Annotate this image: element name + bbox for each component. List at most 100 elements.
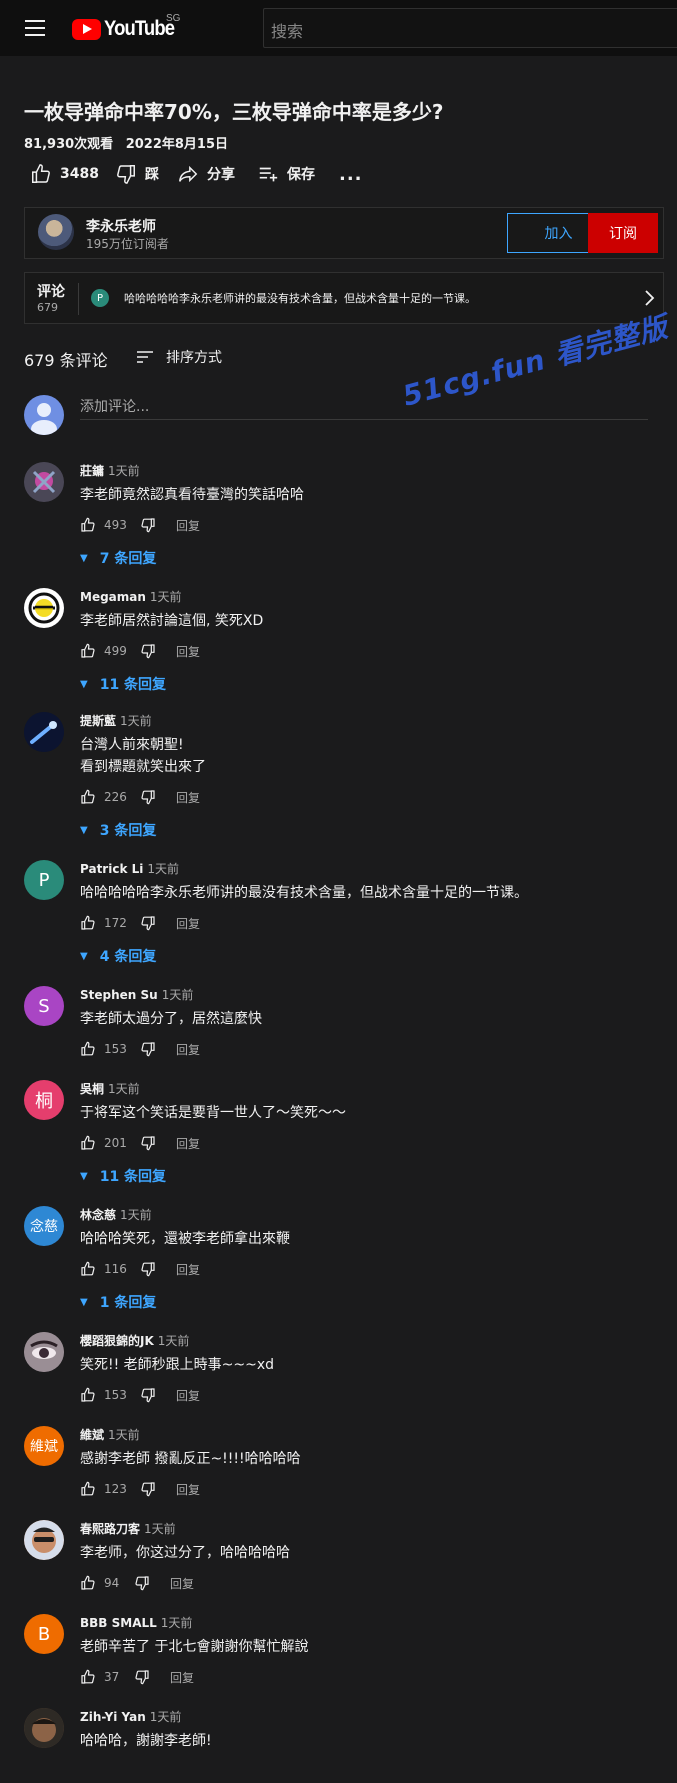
comment-like-button[interactable]: 116	[80, 1261, 140, 1277]
comment-dislike-button[interactable]	[134, 1575, 170, 1591]
view-replies-button[interactable]: ▼ 3 条回复	[80, 820, 156, 840]
comment-reply-button[interactable]: 回复	[176, 1261, 200, 1278]
comment-avatar[interactable]: B	[24, 1614, 64, 1654]
comment-reply-button[interactable]: 回复	[176, 915, 200, 932]
comment-toolbar: 172 回复	[80, 912, 200, 934]
comment-reply-button[interactable]: 回复	[176, 1387, 200, 1404]
comment-text: 李老師居然討論這個, 笑死XD	[80, 610, 660, 632]
comment-time[interactable]: 1天前	[158, 1334, 190, 1348]
comment-dislike-button[interactable]	[140, 1481, 176, 1497]
comment-author[interactable]: 櫻蹈狠錦的JK	[80, 1334, 154, 1348]
comment-time[interactable]: 1天前	[120, 1208, 152, 1222]
comment-time[interactable]: 1天前	[144, 1522, 176, 1536]
comment-reply-button[interactable]: 回复	[176, 643, 200, 660]
comment-dislike-button[interactable]	[140, 1041, 176, 1057]
comment-author[interactable]: Megaman	[80, 590, 146, 604]
comment-author[interactable]: 莊鏞	[80, 464, 104, 478]
view-replies-button[interactable]: ▼ 11 条回复	[80, 1166, 166, 1186]
comment-like-button[interactable]: 172	[80, 915, 140, 931]
comment-avatar[interactable]	[24, 1520, 64, 1560]
more-actions-icon[interactable]: ...	[339, 164, 363, 185]
view-replies-button[interactable]: ▼ 1 条回复	[80, 1292, 156, 1312]
view-replies-button[interactable]: ▼ 11 条回复	[80, 674, 166, 694]
comment-time[interactable]: 1天前	[108, 1428, 140, 1442]
comment-like-count: 201	[104, 1136, 127, 1150]
comment-like-button[interactable]: 153	[80, 1387, 140, 1403]
comment-author[interactable]: BBB SMALL	[80, 1616, 157, 1630]
comment-author[interactable]: 維斌	[80, 1428, 104, 1442]
thumbs-down-icon	[140, 915, 156, 931]
comment-avatar[interactable]: 桐	[24, 1080, 64, 1120]
share-icon	[179, 165, 198, 183]
comment-time[interactable]: 1天前	[150, 590, 182, 604]
comment-like-button[interactable]: 499	[80, 643, 140, 659]
comment-dislike-button[interactable]	[140, 1135, 176, 1151]
comment-dislike-button[interactable]	[140, 915, 176, 931]
subscribe-button[interactable]: 订阅	[588, 213, 658, 253]
comment-like-button[interactable]: 123	[80, 1481, 140, 1497]
comment-dislike-button[interactable]	[140, 1387, 176, 1403]
dislike-button[interactable]: 踩	[115, 163, 177, 185]
sort-button[interactable]: 排序方式	[136, 347, 222, 367]
comment-avatar[interactable]	[24, 462, 64, 502]
channel-avatar[interactable]	[38, 214, 74, 250]
comment-reply-button[interactable]: 回复	[170, 1669, 194, 1686]
comment-dislike-button[interactable]	[134, 1669, 170, 1685]
comment-avatar[interactable]	[24, 712, 64, 752]
comment-avatar[interactable]	[24, 1708, 64, 1748]
comment-avatar[interactable]: S	[24, 986, 64, 1026]
comment-time[interactable]: 1天前	[108, 464, 140, 478]
search-input[interactable]: 搜索	[263, 8, 677, 48]
comments-teaser[interactable]: 评论 679 P 哈哈哈哈哈李永乐老师讲的最没有技术含量，但战术含量十足的一节课…	[24, 272, 664, 324]
comment-author[interactable]: Patrick Li	[80, 862, 143, 876]
hamburger-menu-icon[interactable]	[22, 15, 48, 41]
comment-like-button[interactable]: 94	[80, 1575, 134, 1591]
comment-header: Zih-Yi Yan 1天前	[80, 1708, 181, 1725]
comment-like-button[interactable]: 201	[80, 1135, 140, 1151]
comment-reply-button[interactable]: 回复	[176, 1041, 200, 1058]
like-button[interactable]: 3488	[30, 163, 115, 185]
view-replies-button[interactable]: ▼ 7 条回复	[80, 548, 156, 568]
comment-avatar[interactable]: 維斌	[24, 1426, 64, 1466]
comment-author[interactable]: 春熙路刀客	[80, 1522, 140, 1536]
comment-time[interactable]: 1天前	[161, 1616, 193, 1630]
add-comment-input[interactable]: 添加评论...	[80, 396, 648, 420]
comment-reply-button[interactable]: 回复	[176, 789, 200, 806]
comment-time[interactable]: 1天前	[150, 1710, 182, 1724]
comment-reply-button[interactable]: 回复	[176, 517, 200, 534]
comment-author[interactable]: Zih-Yi Yan	[80, 1710, 146, 1724]
comment-reply-button[interactable]: 回复	[176, 1481, 200, 1498]
replies-count: 4 条回复	[99, 949, 157, 965]
comment-dislike-button[interactable]	[140, 517, 176, 533]
comment-avatar[interactable]: P	[24, 860, 64, 900]
comment-like-button[interactable]: 226	[80, 789, 140, 805]
view-replies-button[interactable]: ▼ 4 条回复	[80, 946, 156, 966]
comment-dislike-button[interactable]	[140, 1261, 176, 1277]
channel-name[interactable]: 李永乐老师	[86, 216, 156, 236]
comment-avatar[interactable]	[24, 1332, 64, 1372]
region-code: SG	[166, 13, 181, 24]
comment-avatar[interactable]	[24, 588, 64, 628]
video-actions: 3488 踩 分享 保存 ...	[30, 161, 363, 187]
comment-reply-button[interactable]: 回复	[170, 1575, 194, 1592]
save-button[interactable]: 保存	[257, 163, 339, 185]
comment-author[interactable]: 提斯藍	[80, 714, 116, 728]
comment-like-button[interactable]: 153	[80, 1041, 140, 1057]
comment-dislike-button[interactable]	[140, 643, 176, 659]
thumbs-up-icon	[80, 1387, 96, 1403]
comment-dislike-button[interactable]	[140, 789, 176, 805]
comment-avatar[interactable]: 念慈	[24, 1206, 64, 1246]
comment-toolbar: 123 回复	[80, 1478, 200, 1500]
comment-author[interactable]: 林念慈	[80, 1208, 116, 1222]
comment-reply-button[interactable]: 回复	[176, 1135, 200, 1152]
comment-time[interactable]: 1天前	[147, 862, 179, 876]
comment-time[interactable]: 1天前	[120, 714, 152, 728]
comment-time[interactable]: 1天前	[162, 988, 194, 1002]
comment-author[interactable]: Stephen Su	[80, 988, 158, 1002]
comment-author[interactable]: 吳桐	[80, 1082, 104, 1096]
share-button[interactable]: 分享	[177, 163, 257, 185]
comment-like-button[interactable]: 37	[80, 1669, 134, 1685]
thumbs-up-icon	[80, 1575, 96, 1591]
comment-like-button[interactable]: 493	[80, 517, 140, 533]
comment-time[interactable]: 1天前	[108, 1082, 140, 1096]
